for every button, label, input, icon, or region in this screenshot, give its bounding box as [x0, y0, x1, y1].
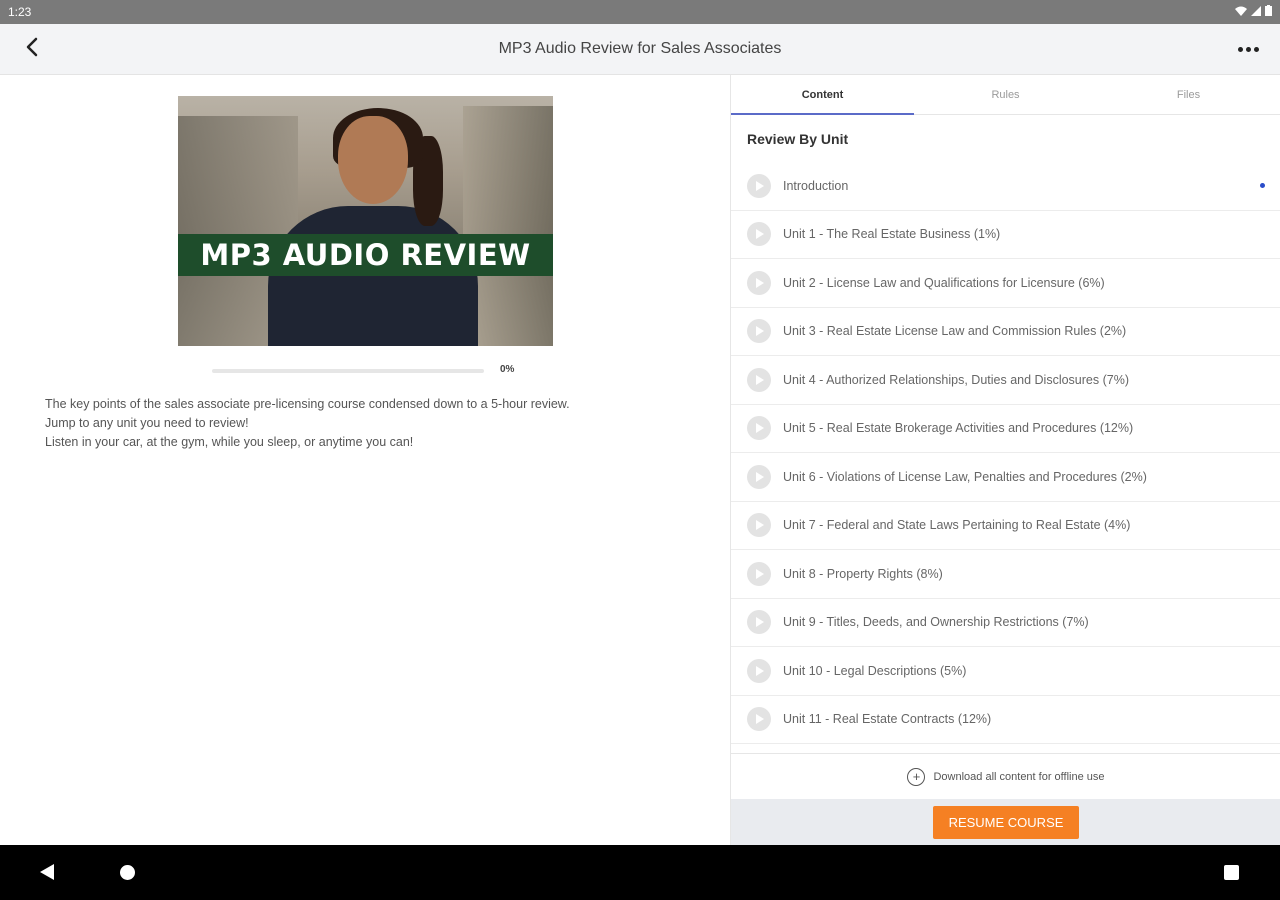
more-horizontal-icon: [1237, 46, 1243, 52]
play-icon: [747, 610, 771, 635]
tab-bar: Content Rules Files: [731, 75, 1280, 115]
unit-item-11[interactable]: Unit 11 - Real Estate Contracts (12%): [731, 696, 1280, 744]
description-line: Jump to any unit you need to review!: [45, 416, 249, 430]
unit-item-6[interactable]: Unit 6 - Violations of License Law, Pena…: [731, 453, 1280, 502]
unit-item-5[interactable]: Unit 5 - Real Estate Brokerage Activitie…: [731, 405, 1280, 453]
course-cover-image: MP3 AUDIO REVIEW: [178, 96, 553, 346]
description-line: The key points of the sales associate pr…: [45, 397, 570, 411]
nav-recents-icon[interactable]: [1224, 865, 1239, 880]
resume-course-button[interactable]: RESUME COURSE: [933, 805, 1079, 839]
play-icon: [747, 513, 771, 538]
play-icon: [747, 658, 771, 683]
unit-label: Unit 10 - Legal Descriptions (5%): [783, 663, 967, 678]
play-icon: [747, 319, 771, 344]
unit-item-3[interactable]: Unit 3 - Real Estate License Law and Com…: [731, 308, 1280, 356]
wifi-icon: [1235, 5, 1247, 19]
tab-content[interactable]: Content: [731, 75, 914, 115]
page-title: MP3 Audio Review for Sales Associates: [498, 40, 782, 57]
unit-item-1[interactable]: Unit 1 - The Real Estate Business (1%): [731, 211, 1280, 259]
unit-label: Unit 7 - Federal and State Laws Pertaini…: [783, 518, 1131, 533]
description-line: Listen in your car, at the gym, while yo…: [45, 435, 414, 449]
status-bar: 1:23: [0, 0, 1280, 24]
unit-label: Unit 4 - Authorized Relationships, Dutie…: [783, 372, 1129, 387]
tab-files[interactable]: Files: [1097, 75, 1280, 114]
current-unit-indicator: [1260, 183, 1265, 188]
unit-item-7[interactable]: Unit 7 - Federal and State Laws Pertaini…: [731, 502, 1280, 550]
unit-label: Introduction: [783, 178, 849, 193]
unit-label: Unit 9 - Titles, Deeds, and Ownership Re…: [783, 615, 1089, 630]
unit-label: Unit 6 - Violations of License Law, Pena…: [783, 469, 1147, 484]
nav-back-icon[interactable]: [40, 864, 54, 880]
unit-label: Unit 5 - Real Estate Brokerage Activitie…: [783, 421, 1134, 436]
battery-icon: [1265, 5, 1272, 19]
course-progress-label: 0%: [500, 364, 515, 375]
download-all-button[interactable]: + Download all content for offline use: [731, 753, 1280, 799]
play-icon: [747, 367, 771, 392]
unit-item-9[interactable]: Unit 9 - Titles, Deeds, and Ownership Re…: [731, 599, 1280, 647]
unit-label: Unit 8 - Property Rights (8%): [783, 566, 943, 581]
status-time: 1:23: [8, 5, 32, 19]
unit-label: Unit 11 - Real Estate Contracts (12%): [783, 712, 992, 727]
course-description: The key points of the sales associate pr…: [45, 395, 695, 452]
app-bar: MP3 Audio Review for Sales Associates: [0, 24, 1280, 75]
unit-label: Unit 2 - License Law and Qualifications …: [783, 275, 1105, 290]
unit-list: Introduction Unit 1 - The Real Estate Bu…: [731, 162, 1280, 744]
download-label: Download all content for offline use: [933, 770, 1105, 783]
course-content-panel: Content Rules Files Review By Unit Intro…: [730, 75, 1280, 845]
back-arrow-icon: [25, 37, 39, 62]
unit-item-4[interactable]: Unit 4 - Authorized Relationships, Dutie…: [731, 356, 1280, 405]
unit-item-2[interactable]: Unit 2 - License Law and Qualifications …: [731, 259, 1280, 308]
nav-home-icon[interactable]: [120, 865, 135, 880]
system-nav-bar: [0, 845, 1280, 900]
status-icons: [1235, 5, 1272, 19]
play-icon: [747, 222, 771, 247]
course-overview-panel: MP3 AUDIO REVIEW 0% The key points of th…: [0, 75, 730, 845]
signal-icon: [1251, 5, 1261, 19]
play-icon: [747, 464, 771, 489]
unit-item-introduction[interactable]: Introduction: [731, 162, 1280, 211]
play-icon: [747, 416, 771, 441]
tab-rules[interactable]: Rules: [914, 75, 1097, 114]
add-circle-icon: +: [907, 767, 926, 786]
play-icon: [747, 173, 771, 198]
play-icon: [747, 707, 771, 732]
unit-label: Unit 1 - The Real Estate Business (1%): [783, 227, 1001, 242]
cover-banner-text: MP3 AUDIO REVIEW: [178, 234, 553, 276]
play-icon: [747, 561, 771, 586]
more-options-button[interactable]: [1232, 37, 1264, 61]
course-progress-bar: [212, 369, 484, 373]
unit-item-10[interactable]: Unit 10 - Legal Descriptions (5%): [731, 647, 1280, 696]
footer-bar: RESUME COURSE: [731, 799, 1280, 845]
back-button[interactable]: [0, 24, 64, 75]
unit-item-8[interactable]: Unit 8 - Property Rights (8%): [731, 550, 1280, 599]
play-icon: [747, 270, 771, 295]
section-title: Review By Unit: [747, 131, 849, 147]
unit-label: Unit 3 - Real Estate License Law and Com…: [783, 324, 1127, 339]
